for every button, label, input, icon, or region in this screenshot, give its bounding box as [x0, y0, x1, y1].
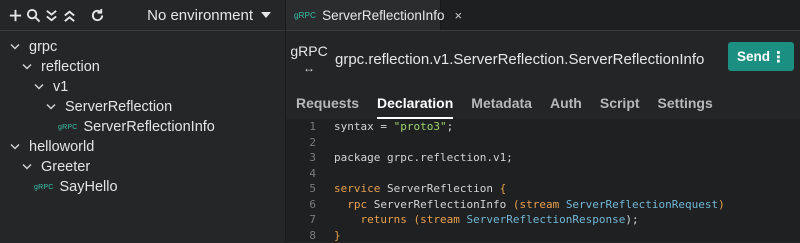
refresh-icon[interactable]	[88, 6, 106, 24]
code-line: 4	[286, 166, 800, 182]
tree-item-grpc[interactable]: grpc	[0, 37, 285, 57]
code-line: 2	[286, 135, 800, 151]
sidebar-toolbar: No environment	[0, 0, 285, 31]
tree-item-label: reflection	[41, 59, 100, 75]
chevron-down-icon[interactable]	[22, 162, 32, 172]
code-line: 1syntax = "proto3";	[286, 119, 800, 135]
code-token: package grpc.reflection.v1;	[334, 151, 513, 164]
request-bar: gRPC ↔ grpc.reflection.v1.ServerReflecti…	[286, 31, 800, 87]
code-text: }	[334, 229, 341, 242]
collapse-all-icon[interactable]	[42, 6, 60, 24]
sidebar: No environment grpc reflection v1 ServerRef…	[0, 0, 286, 242]
tree-item-label: Greeter	[41, 159, 90, 175]
environment-select[interactable]: No environment	[147, 7, 271, 24]
grpc-icon: gRPC	[58, 124, 77, 131]
method-path[interactable]: grpc.reflection.v1.ServerReflection.Serv…	[335, 51, 704, 68]
code-line: 7 returns (stream ServerReflectionRespon…	[286, 212, 800, 228]
chevron-down-icon[interactable]	[10, 142, 20, 152]
protocol-selector[interactable]: gRPC ↔	[292, 43, 326, 75]
code-text: returns (stream ServerReflectionResponse…	[334, 213, 639, 226]
code-token: service	[334, 182, 387, 195]
chevron-down-icon[interactable]	[10, 42, 20, 52]
code-token: ServerReflectionRequest	[566, 198, 718, 211]
line-number: 8	[286, 229, 334, 242]
plus-icon[interactable]	[6, 6, 24, 24]
tree-item-label: helloworld	[29, 139, 94, 155]
tree-item-label: ServerReflection	[65, 99, 172, 115]
tree-item-label: grpc	[29, 39, 57, 55]
tab-auth[interactable]: Auth	[550, 87, 582, 119]
tree-item-serverreflectioninfo[interactable]: gRPC ServerReflectionInfo	[0, 117, 285, 137]
bidirectional-arrow-icon: ↔	[303, 61, 315, 75]
more-options-icon[interactable]: ⋮	[771, 48, 786, 66]
send-label: Send	[737, 49, 770, 64]
code-token: (stream	[413, 213, 466, 226]
code-token: "proto3"	[394, 120, 447, 133]
code-token: returns	[361, 213, 414, 226]
tab-declaration[interactable]: Declaration	[377, 87, 453, 119]
expand-all-icon[interactable]	[60, 6, 78, 24]
tree-item-label: v1	[53, 79, 68, 95]
close-icon[interactable]: ×	[454, 8, 462, 23]
line-number: 1	[286, 120, 334, 133]
tab-script[interactable]: Script	[600, 87, 640, 119]
tree-item-reflection[interactable]: reflection	[0, 57, 285, 77]
code-token: )	[718, 198, 725, 211]
code-text: rpc ServerReflectionInfo (stream ServerR…	[334, 198, 725, 211]
line-number: 7	[286, 213, 334, 226]
tree-item-greeter[interactable]: Greeter	[0, 157, 285, 177]
tab-metadata[interactable]: Metadata	[471, 87, 532, 119]
tab-label: ServerReflectionInfo	[322, 8, 444, 23]
code-text: service ServerReflection {	[334, 182, 506, 195]
code-token: syntax =	[334, 120, 394, 133]
code-line: 5service ServerReflection {	[286, 181, 800, 197]
code-text: syntax = "proto3";	[334, 120, 453, 133]
code-line: 6 rpc ServerReflectionInfo (stream Serve…	[286, 197, 800, 213]
line-number: 2	[286, 136, 334, 149]
code-line: 3package grpc.reflection.v1;	[286, 150, 800, 166]
tab-requests[interactable]: Requests	[296, 87, 359, 119]
chevron-down-icon[interactable]	[34, 82, 44, 92]
code-token: ServerReflectionInfo	[374, 198, 513, 211]
chevron-down-icon[interactable]	[46, 102, 56, 112]
grpc-icon: gRPC	[294, 11, 316, 20]
tree-item-label: ServerReflectionInfo	[83, 119, 214, 135]
tree-item-label: SayHello	[59, 179, 117, 195]
tree-item-helloworld[interactable]: helloworld	[0, 137, 285, 157]
tab-settings[interactable]: Settings	[658, 87, 713, 119]
chevron-down-icon[interactable]	[22, 62, 32, 72]
collection-tree: grpc reflection v1 ServerReflection gRPC Serv…	[0, 31, 285, 197]
tree-item-sayhello[interactable]: gRPC SayHello	[0, 177, 285, 197]
code-token	[334, 198, 347, 211]
tab-bar: gRPC ServerReflectionInfo ×	[286, 0, 800, 31]
environment-label: No environment	[147, 7, 253, 24]
tree-item-v1[interactable]: v1	[0, 77, 285, 97]
code-text: package grpc.reflection.v1;	[334, 151, 513, 164]
main-panel: gRPC ServerReflectionInfo × gRPC ↔ grpc.…	[286, 0, 800, 242]
code-token: (stream	[513, 198, 566, 211]
code-token: {	[500, 182, 507, 195]
line-number: 6	[286, 198, 334, 211]
code-token: }	[334, 229, 341, 242]
search-icon[interactable]	[24, 6, 42, 24]
send-button[interactable]: Send ⋮	[728, 42, 794, 71]
code-token: ServerReflectionResponse	[466, 213, 625, 226]
line-number: 4	[286, 167, 334, 180]
line-number: 3	[286, 151, 334, 164]
request-subtabs: Requests Declaration Metadata Auth Script Set…	[286, 87, 800, 120]
code-line: 8}	[286, 228, 800, 243]
code-token: ServerReflection	[387, 182, 500, 195]
code-token: ;	[447, 120, 454, 133]
code-editor[interactable]: 1syntax = "proto3";23package grpc.reflec…	[286, 119, 800, 242]
tree-item-serverreflection[interactable]: ServerReflection	[0, 97, 285, 117]
code-token	[334, 213, 361, 226]
caret-down-icon	[261, 12, 271, 18]
tab-serverreflectioninfo[interactable]: gRPC ServerReflectionInfo ×	[286, 0, 441, 30]
protocol-label: gRPC	[290, 43, 327, 59]
grpc-icon: gRPC	[34, 184, 53, 191]
code-token: );	[625, 213, 638, 226]
code-token: rpc	[347, 198, 374, 211]
line-number: 5	[286, 182, 334, 195]
